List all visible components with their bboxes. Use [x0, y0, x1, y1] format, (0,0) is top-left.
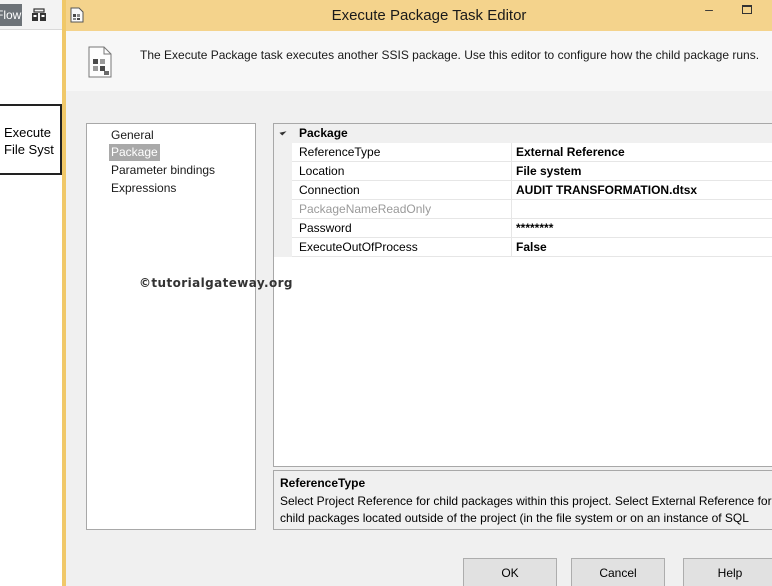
help-text: Select Project Reference for child packa…	[280, 494, 772, 525]
minimize-button[interactable]: –	[696, 0, 722, 22]
property-row-executeoutofprocess[interactable]: ExecuteOutOfProcess False	[292, 238, 772, 257]
background-app: Flow Execute File Syst	[0, 0, 62, 586]
toolbox-icon[interactable]	[31, 8, 47, 22]
property-row-referencetype[interactable]: ReferenceType External Reference	[292, 143, 772, 162]
column-divider	[511, 238, 512, 257]
ok-button[interactable]: OK	[463, 558, 557, 586]
property-name: Connection	[299, 183, 360, 197]
property-grid: Package ReferenceType External Reference…	[273, 123, 772, 467]
title-bar[interactable]: Execute Package Task Editor –	[66, 0, 772, 31]
property-help-panel: ReferenceType Select Project Reference f…	[273, 470, 772, 530]
property-value[interactable]: AUDIT TRANSFORMATION.dtsx	[516, 183, 697, 197]
background-toolbar: Flow	[0, 0, 62, 30]
property-row-packagenamereadonly[interactable]: PackageNameReadOnly	[292, 200, 772, 219]
maximize-button[interactable]	[736, 0, 762, 22]
property-value[interactable]: External Reference	[516, 145, 625, 159]
control-flow-tab[interactable]: Flow	[0, 4, 22, 26]
help-button[interactable]: Help	[683, 558, 772, 586]
column-divider	[511, 181, 512, 200]
execute-package-task-shape[interactable]: Execute File Syst	[0, 104, 62, 175]
dialog-title: Execute Package Task Editor	[331, 7, 527, 24]
property-row-password[interactable]: Password ********	[292, 219, 772, 238]
property-value[interactable]: ********	[516, 221, 553, 235]
column-divider	[511, 143, 512, 162]
property-row-location[interactable]: Location File system	[292, 162, 772, 181]
column-divider	[511, 162, 512, 181]
nav-item-general[interactable]: General	[111, 127, 154, 144]
nav-item-parameter-bindings[interactable]: Parameter bindings	[111, 162, 215, 179]
property-name: ReferenceType	[299, 145, 381, 159]
page-nav-list: General Package Parameter bindings Expre…	[86, 123, 256, 530]
execute-package-task-editor-dialog: Execute Package Task Editor – The Execut…	[62, 0, 772, 586]
category-row-package[interactable]: Package	[274, 124, 772, 143]
property-value[interactable]: File system	[516, 164, 581, 178]
property-name: Password	[299, 221, 352, 235]
header-panel: The Execute Package task executes anothe…	[66, 31, 772, 91]
property-row-connection[interactable]: Connection AUDIT TRANSFORMATION.dtsx	[292, 181, 772, 200]
help-title: ReferenceType	[280, 476, 366, 490]
maximize-icon	[742, 5, 752, 14]
grid-gutter	[274, 143, 292, 257]
column-divider	[511, 219, 512, 238]
dialog-description: The Execute Package task executes anothe…	[140, 48, 760, 62]
collapse-arrow-icon[interactable]	[279, 128, 287, 136]
nav-item-package[interactable]: Package	[109, 144, 160, 161]
column-divider	[511, 200, 512, 219]
property-name: Location	[299, 164, 345, 178]
nav-item-expressions[interactable]: Expressions	[111, 180, 176, 197]
category-label: Package	[299, 126, 348, 140]
property-name: PackageNameReadOnly	[299, 202, 432, 216]
property-value[interactable]: False	[516, 240, 547, 254]
property-name: ExecuteOutOfProcess	[299, 240, 418, 254]
package-document-icon	[88, 46, 112, 78]
watermark: ©tutorialgateway.org	[139, 276, 293, 290]
cancel-button[interactable]: Cancel	[571, 558, 665, 586]
